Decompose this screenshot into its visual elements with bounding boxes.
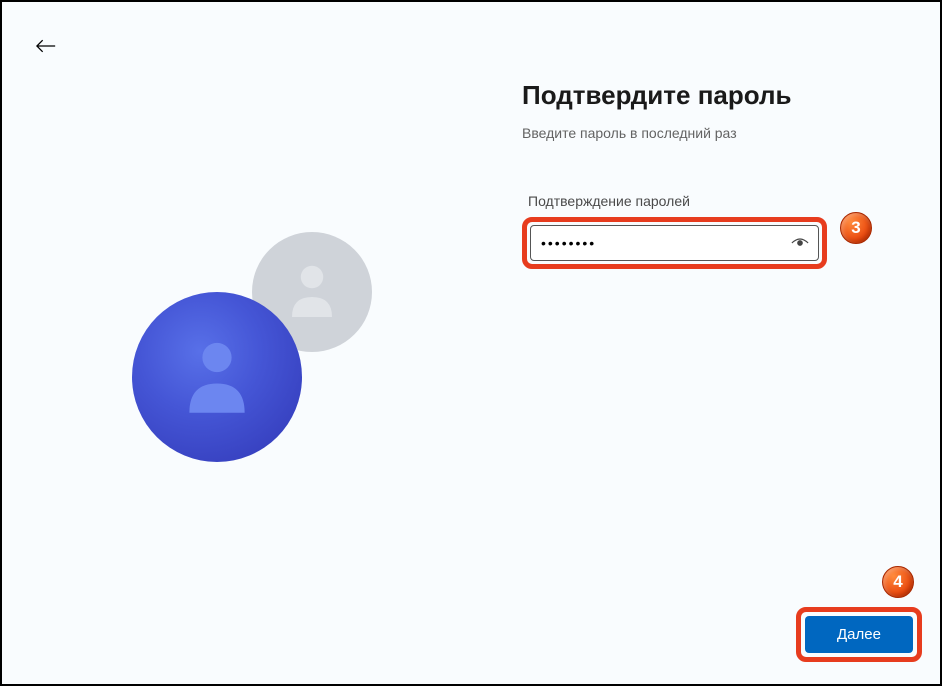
avatar-primary — [132, 292, 302, 462]
form-content: Подтвердите пароль Введите пароль в посл… — [522, 80, 882, 269]
arrow-left-icon — [36, 38, 56, 54]
next-button[interactable]: Далее — [805, 616, 913, 653]
annotation-highlight-input — [522, 217, 827, 269]
back-button[interactable] — [30, 30, 62, 62]
eye-icon — [791, 236, 809, 250]
annotation-badge-4: 4 — [882, 566, 914, 598]
password-field-wrapper — [530, 225, 819, 261]
password-label: Подтверждение паролей — [522, 193, 882, 209]
annotation-highlight-next: Далее — [796, 607, 922, 662]
annotation-badge-3: 3 — [840, 212, 872, 244]
avatar-illustration — [132, 232, 372, 472]
person-icon — [284, 262, 340, 322]
page-title: Подтвердите пароль — [522, 80, 882, 111]
password-reveal-button[interactable] — [787, 230, 813, 256]
password-input[interactable] — [530, 225, 819, 261]
person-icon — [182, 338, 252, 416]
page-subtitle: Введите пароль в последний раз — [522, 125, 882, 141]
